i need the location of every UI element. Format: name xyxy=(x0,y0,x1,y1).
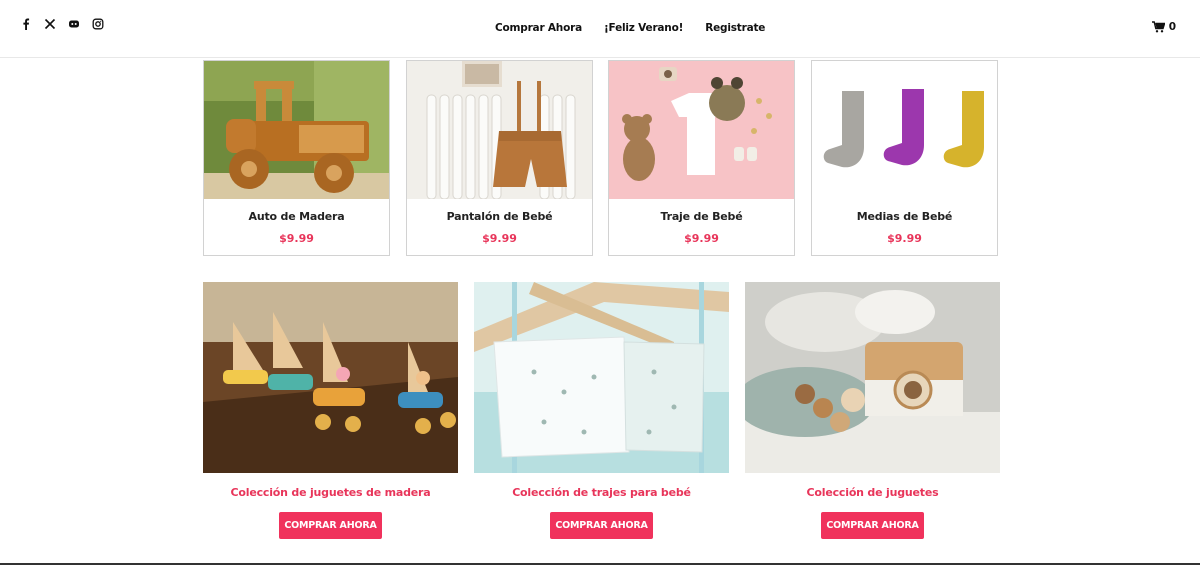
product-card-medias-de-bebe[interactable]: Medias de Bebé $9.99 xyxy=(811,60,998,256)
social-links xyxy=(20,18,104,30)
product-price: $9.99 xyxy=(279,232,314,245)
site-header: Comprar Ahora ¡Feliz Verano! Registrate … xyxy=(0,0,1200,58)
nav-registrate[interactable]: Registrate xyxy=(705,22,765,34)
instagram-icon[interactable] xyxy=(92,18,104,30)
collection-image-baby-clothes[interactable] xyxy=(474,282,729,473)
cart-button[interactable]: 0 xyxy=(1151,21,1176,33)
product-image-baby-outfit xyxy=(609,61,794,199)
comprar-ahora-button[interactable]: COMPRAR AHORA xyxy=(279,512,382,539)
nav-feliz-verano[interactable]: ¡Feliz Verano! xyxy=(604,22,683,34)
collection-wooden-toys: Colección de juguetes de madera COMPRAR … xyxy=(203,282,458,542)
product-name: Pantalón de Bebé xyxy=(446,210,553,223)
collection-baby-outfits: Colección de trajes para bebé COMPRAR AH… xyxy=(474,282,729,542)
product-price: $9.99 xyxy=(887,232,922,245)
main-nav: Comprar Ahora ¡Feliz Verano! Registrate xyxy=(495,22,765,34)
product-card-auto-de-madera[interactable]: Auto de Madera $9.99 xyxy=(203,60,390,256)
product-name: Medias de Bebé xyxy=(856,210,953,223)
product-image-wooden-car xyxy=(204,61,389,199)
product-price: $9.99 xyxy=(482,232,517,245)
discord-icon[interactable] xyxy=(68,18,80,30)
collection-image-wooden-boats[interactable] xyxy=(203,282,458,473)
product-price: $9.99 xyxy=(684,232,719,245)
product-name: Traje de Bebé xyxy=(660,210,743,223)
facebook-icon[interactable] xyxy=(20,18,32,30)
collection-toys: Colección de juguetes COMPRAR AHORA xyxy=(745,282,1000,542)
x-icon[interactable] xyxy=(44,18,56,30)
product-name: Auto de Madera xyxy=(248,210,345,223)
comprar-ahora-button[interactable]: COMPRAR AHORA xyxy=(821,512,924,539)
cart-icon xyxy=(1151,21,1165,33)
cart-count: 0 xyxy=(1168,21,1176,33)
product-grid: Auto de Madera $9.99 Pantalón de Bebé $9… xyxy=(203,60,998,256)
product-image-baby-socks xyxy=(812,61,997,199)
collection-title[interactable]: Colección de juguetes de madera xyxy=(203,486,458,499)
collection-image-wooden-camera[interactable] xyxy=(745,282,1000,473)
product-image-baby-pants xyxy=(407,61,592,199)
nav-comprar-ahora[interactable]: Comprar Ahora xyxy=(495,22,582,34)
collection-title[interactable]: Colección de juguetes xyxy=(745,486,1000,499)
collection-title[interactable]: Colección de trajes para bebé xyxy=(474,486,729,499)
product-card-pantalon-de-bebe[interactable]: Pantalón de Bebé $9.99 xyxy=(406,60,593,256)
comprar-ahora-button[interactable]: COMPRAR AHORA xyxy=(550,512,653,539)
product-card-traje-de-bebe[interactable]: Traje de Bebé $9.99 xyxy=(608,60,795,256)
